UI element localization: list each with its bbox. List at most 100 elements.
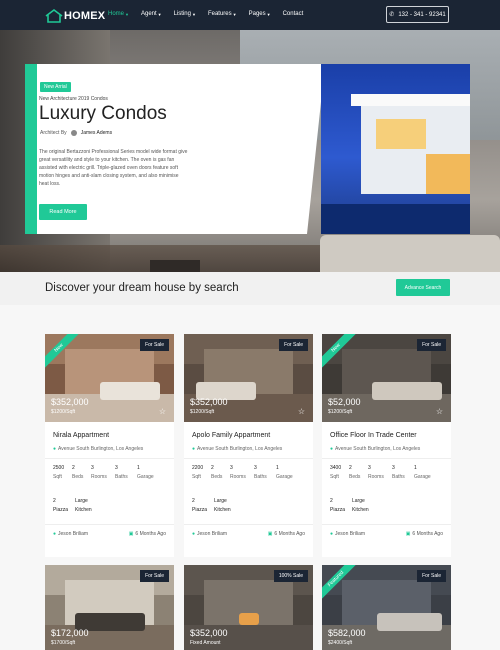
stat-value: 2 [53,498,56,504]
user-icon: ● [53,531,57,537]
map-pin-icon: ● [192,446,196,452]
navbar: HOMEX Home ▼ Agent ▼ Listing ▼ Features ▼ Pa… [0,0,500,30]
listing-area-price: $2400/Sqft [328,640,353,646]
listing-title[interactable]: Nirala Appartment [53,432,109,439]
hero-badge: New Arrial [40,82,71,92]
hero-house-image [321,64,470,234]
status-badge: For Sale [140,339,169,351]
house-pool [321,204,470,234]
nav-contact[interactable]: Contact [283,11,304,17]
chevron-down-icon: ▼ [191,11,196,17]
listing-image[interactable]: 100% Sale $352,000 Fixed Amount [184,565,313,650]
logo[interactable]: HOMEX [45,9,105,23]
listing-image[interactable]: For Sale $352,000 $1200/Sqft ☆ [184,334,313,422]
listing-address-text: Avenue South Burlington, Los Angeles [58,446,144,452]
listing-image[interactable]: New For Sale $52,000 $1200/Sqft ☆ [322,334,451,422]
divider [184,458,313,459]
stat-value: 1 [414,465,417,471]
stat-label: Baths [115,474,128,480]
stat-label: Rooms [91,474,107,480]
listing-card[interactable]: For Sale $352,000 $1200/Sqft ☆ Apolo Fam… [184,334,313,557]
listing-price: $352,000 [190,397,228,407]
hero-bg-sofa [320,235,500,272]
stat-value: 2 [72,465,75,471]
listing-agent[interactable]: ● Jeson Briliam [53,531,88,537]
listing-area-price: Fixed Amount [190,640,221,646]
listing-posted: ▣ 6 Months Ago [268,531,305,537]
nav-contact-label: Contact [282,11,304,17]
divider [45,458,174,459]
main-nav: Home ▼ Agent ▼ Listing ▼ Features ▼ Pages ▼ C… [108,11,315,17]
stat-value: 3 [368,465,371,471]
photo-couch [372,382,442,400]
listing-stats: 2200 2 3 3 1 Sqft Beds Rooms Baths Garag… [192,465,298,480]
listing-image[interactable]: New For Sale $352,000 $1200/Sqft ☆ [45,334,174,422]
calendar-icon: ▣ [128,531,134,537]
status-badge: For Sale [140,570,169,582]
stat-label: Garage [137,474,154,480]
nav-home[interactable]: Home ▼ [108,11,129,17]
phone-button[interactable]: ✆ 132 - 341 - 92341 [386,6,449,23]
stat-label: Beds [349,474,361,480]
star-icon[interactable]: ☆ [298,407,305,416]
listing-posted: ▣ 6 Months Ago [129,531,166,537]
listing-image[interactable]: Featured For Sale $582,000 $2400/Sqft [322,565,451,650]
listing-card[interactable]: 100% Sale $352,000 Fixed Amount [184,565,313,650]
stat-label: Sqft [192,474,201,480]
stat-value: 3 [392,465,395,471]
chevron-down-icon: ▼ [232,11,237,17]
stat-label: Beds [211,474,223,480]
listing-posted: ▣ 6 Months Ago [406,531,443,537]
listing-card[interactable]: For Sale $172,000 $1700/Sqft [45,565,174,650]
listing-agent[interactable]: ● Jeson Briliam [330,531,365,537]
search-title: Discover your dream house by search [45,282,239,294]
chevron-down-icon: ▼ [125,11,129,17]
listing-card[interactable]: New For Sale $52,000 $1200/Sqft ☆ Office… [322,334,451,557]
listing-card[interactable]: Featured For Sale $582,000 $2400/Sqft [322,565,451,650]
listing-image[interactable]: For Sale $172,000 $1700/Sqft [45,565,174,650]
listing-extra-stats: 2 Large Piazza Kitchen [192,498,244,513]
listing-card[interactable]: New For Sale $352,000 $1200/Sqft ☆ Niral… [45,334,174,557]
agent-name: Jeson Briliam [58,531,89,537]
listing-agent[interactable]: ● Jeson Briliam [192,531,227,537]
user-icon: ● [192,531,196,537]
nav-agent-label: Agent [140,11,157,17]
photo-couch [100,382,160,400]
map-pin-icon: ● [330,446,334,452]
stat-value: 3 [91,465,94,471]
listing-price: $352,000 [51,397,89,407]
stat-value: Large [214,498,227,504]
stat-label: Rooms [230,474,246,480]
brand-name: HOMEX [64,10,106,22]
listing-price: $172,000 [51,628,89,638]
read-more-button[interactable]: Read More [39,204,87,220]
house-window-lit [426,154,470,194]
listing-extra-stats: 2 Large Piazza Kitchen [53,498,105,513]
stat-value: 1 [137,465,140,471]
stat-label: Piazza [53,507,69,513]
stat-value: Large [352,498,365,504]
nav-listing[interactable]: Listing ▼ [174,11,196,17]
nav-pages[interactable]: Pages ▼ [249,11,271,17]
listing-stats: 2500 2 3 3 1 Sqft Beds Rooms Baths Garag… [53,465,159,480]
listing-price: $52,000 [328,397,361,407]
stat-value: 2 [330,498,333,504]
listing-extra-stats: 2 Large Piazza Kitchen [330,498,382,513]
advance-search-button[interactable]: Advance Search [396,279,450,296]
house-roof [351,94,470,106]
nav-features[interactable]: Features ▼ [208,11,237,17]
star-icon[interactable]: ☆ [159,407,166,416]
listing-title[interactable]: Office Floor In Trade Center [330,432,417,439]
listing-address: ● Avenue South Burlington, Los Angeles [330,446,420,452]
stat-label: Kitchen [214,507,231,513]
stat-label: Piazza [330,507,346,513]
listing-title[interactable]: Apolo Family Appartment [192,432,270,439]
architect-name[interactable]: James Adems [81,130,112,136]
stat-label: Sqft [330,474,339,480]
nav-home-label: Home [108,11,125,17]
stat-label: Baths [254,474,267,480]
stat-value: 2200 [192,465,204,471]
star-icon[interactable]: ☆ [436,407,443,416]
hero-title: Luxury Condos [39,103,167,124]
nav-agent[interactable]: Agent ▼ [141,11,162,17]
